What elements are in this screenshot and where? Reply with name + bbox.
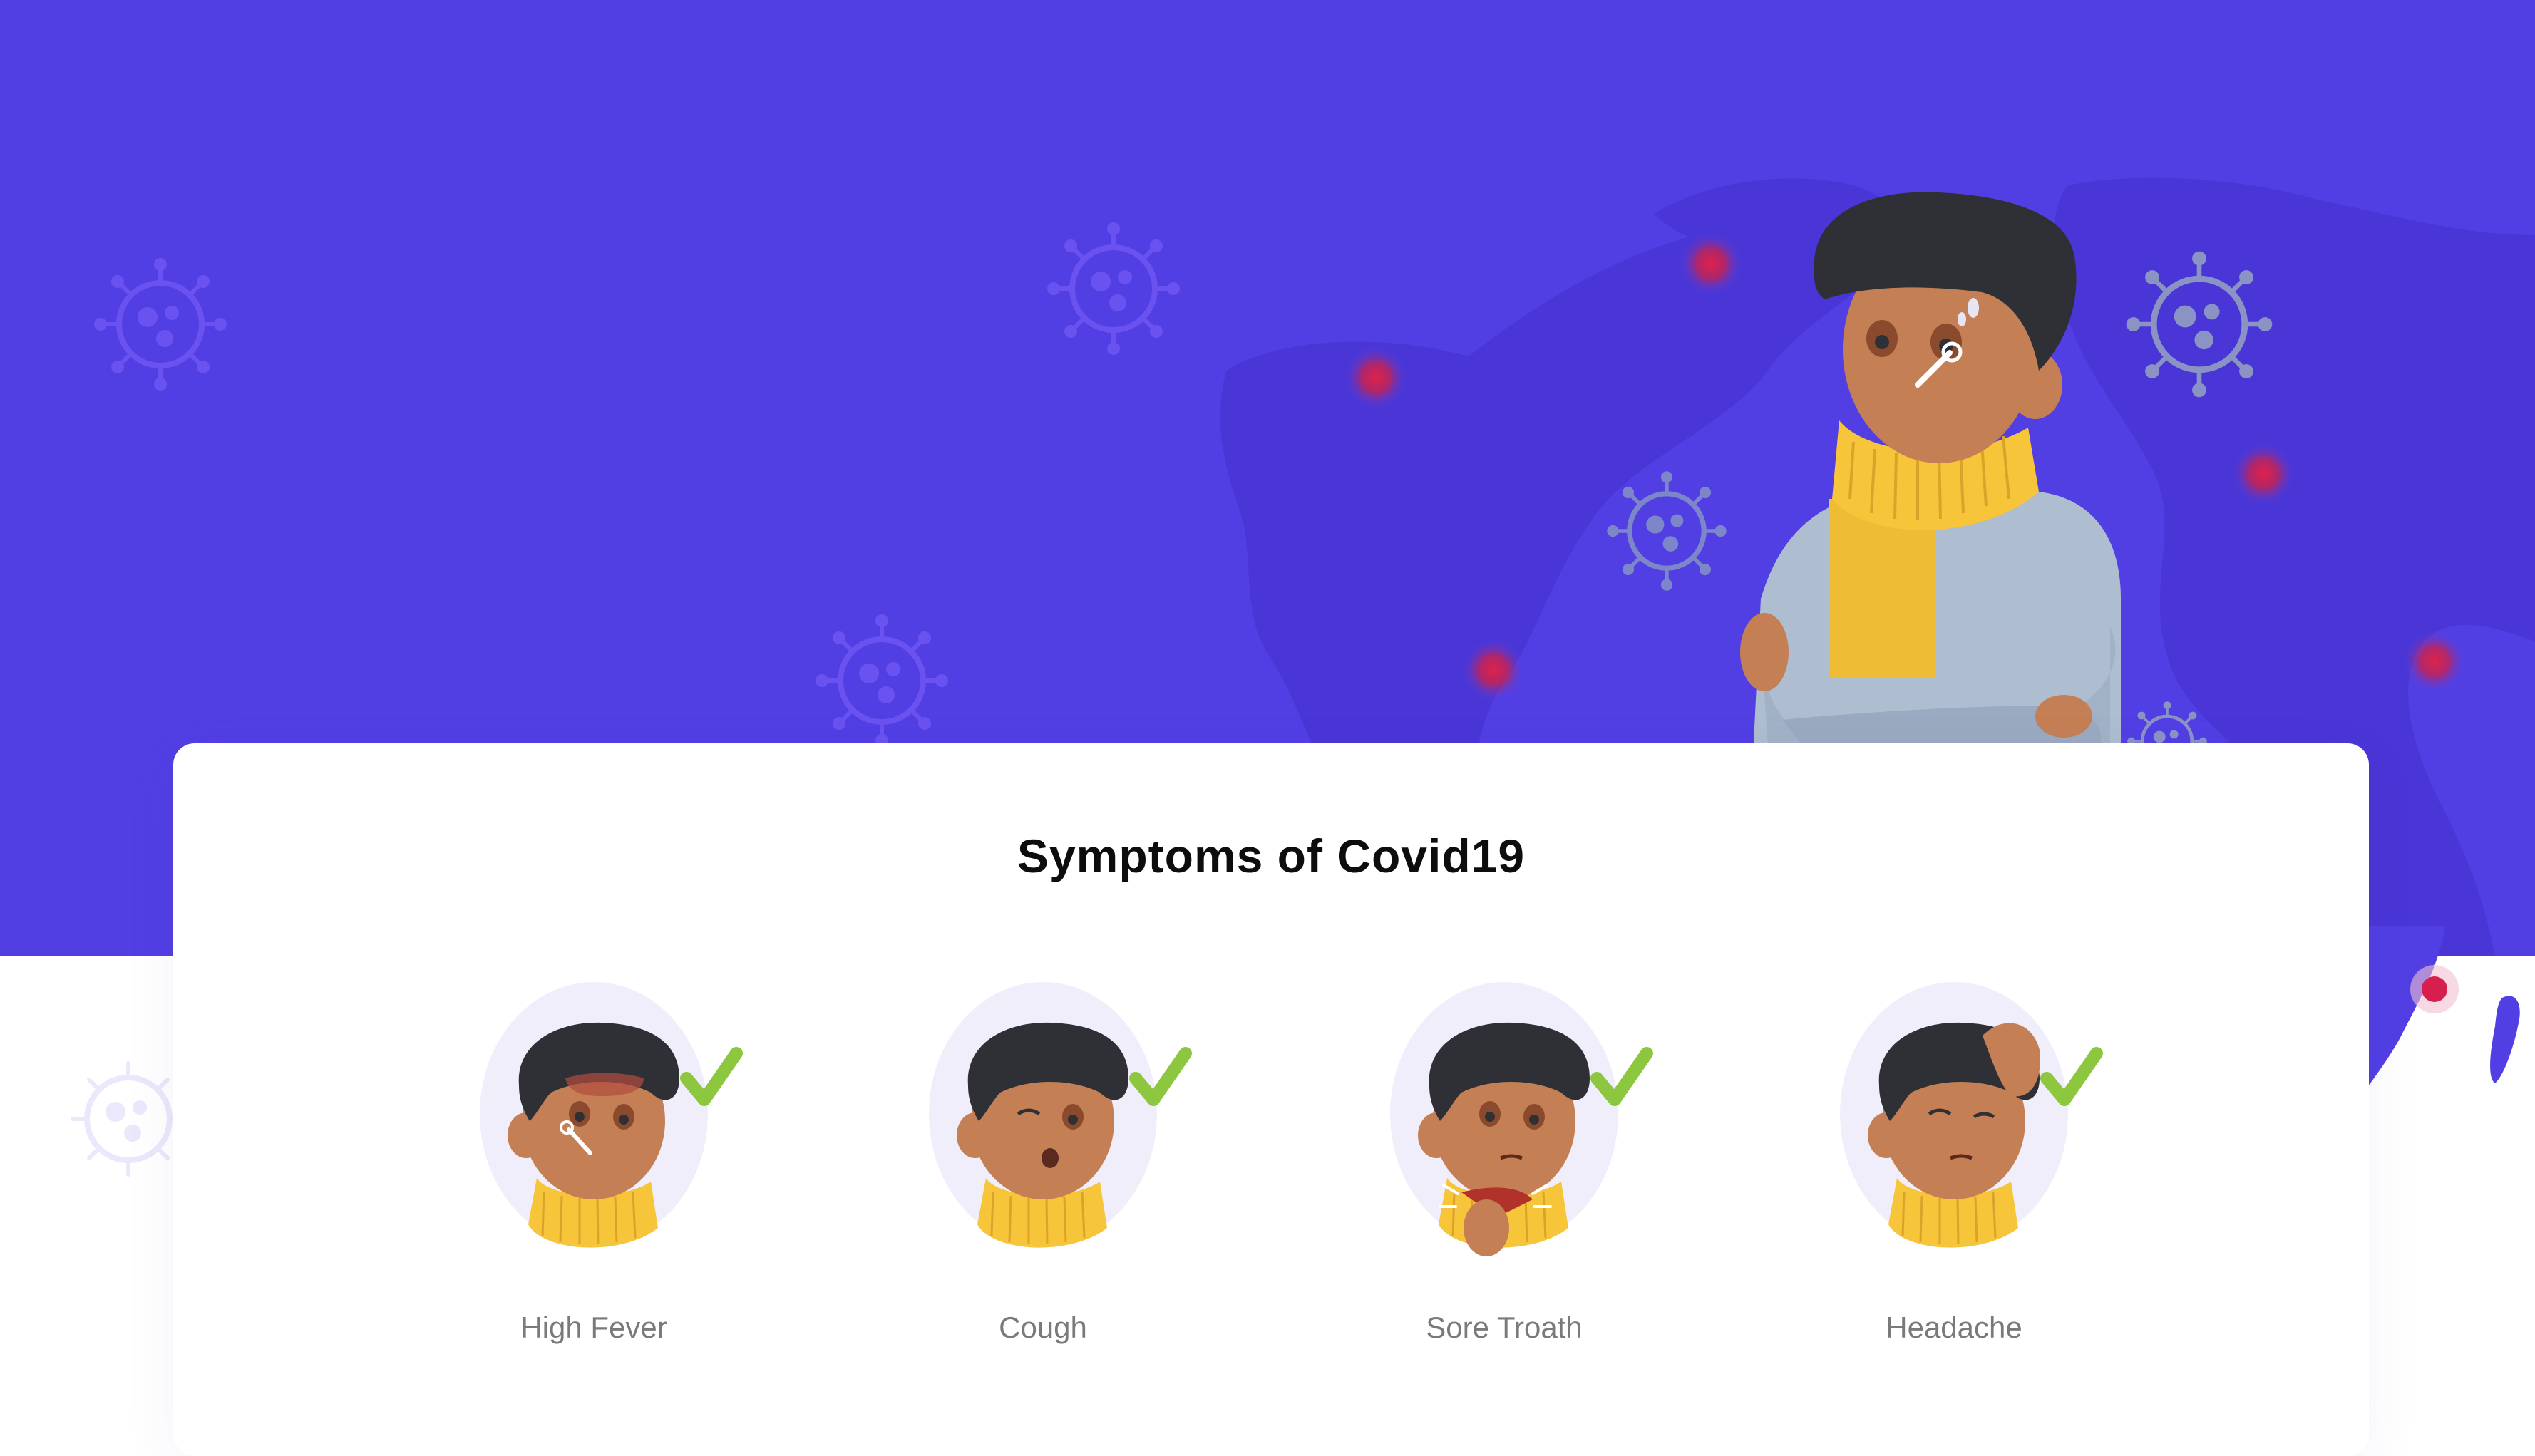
virus-icon (96, 260, 225, 388)
cough-icon (929, 982, 1192, 1248)
symptoms-card: Symptoms of Covid19 High Fever Cough Sor… (173, 743, 2369, 1456)
symptom-label: High Fever (520, 1311, 667, 1344)
symptom-item-sore-throat: Sore Troath (1347, 971, 1661, 1370)
symptom-item-headache: Headache (1797, 971, 2111, 1370)
symptom-item-high-fever: High Fever (437, 971, 751, 1370)
symptom-item-cough: Cough (886, 971, 1200, 1370)
headache-icon (1840, 982, 2103, 1248)
symptom-label: Headache (1886, 1311, 2022, 1344)
symptom-label: Sore Troath (1426, 1311, 1583, 1344)
sore-throat-icon (1390, 982, 1653, 1256)
virus-icon (1609, 473, 1724, 589)
page-title: Symptoms of Covid19 (1017, 830, 1526, 882)
virus-icon (71, 1061, 186, 1177)
virus-icon (1049, 224, 1178, 353)
virus-icon (818, 616, 946, 745)
fever-icon (480, 982, 743, 1248)
symptom-label: Cough (999, 1311, 1087, 1344)
